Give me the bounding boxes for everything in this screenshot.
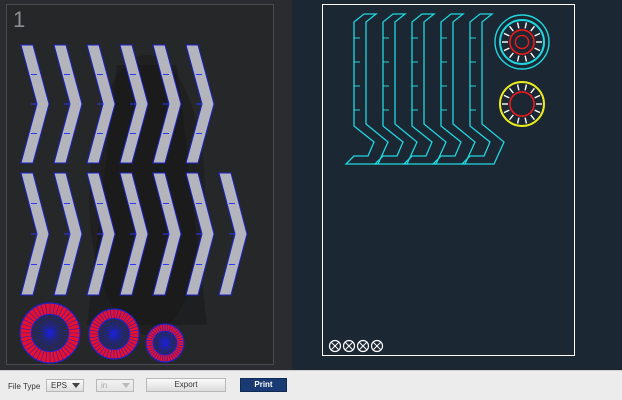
cad-chevron (460, 13, 505, 165)
gear-tooth (516, 22, 520, 29)
cad-chevron (373, 13, 418, 165)
gear-tooth (503, 94, 510, 99)
gear-tooth (508, 87, 514, 94)
gear-tooth (534, 32, 541, 37)
chevron-strip-bottom (53, 172, 83, 296)
export-button[interactable]: Export (146, 378, 226, 392)
gear-tooth (530, 114, 536, 121)
gear-tooth (503, 32, 510, 37)
file-type-value: EPS (51, 381, 68, 390)
gear-tooth (516, 117, 520, 124)
cad-chevron-outline (373, 13, 418, 165)
wheel-center (111, 331, 117, 337)
chevron-strip-bottom (218, 172, 248, 296)
gear-tooth (508, 25, 514, 32)
cad-gear-upper (494, 14, 550, 70)
gear-tooth (503, 47, 510, 52)
gear-core (514, 34, 530, 50)
cad-chevron (402, 13, 447, 165)
chevron-down-icon (72, 383, 80, 388)
gear-tooth (530, 25, 536, 32)
parts-preview-canvas (19, 44, 248, 364)
cad-gear-lower (499, 81, 545, 127)
cad-chevron (344, 13, 389, 165)
cad-chevron-outline (431, 13, 476, 165)
gear-tooth (503, 109, 510, 114)
preview-page: 1 (6, 4, 274, 365)
gear-tooth (524, 22, 528, 29)
cad-chevron-outline (344, 13, 389, 165)
file-type-select[interactable]: EPS (46, 379, 84, 392)
gear-tooth (524, 117, 528, 124)
units-select[interactable]: in (96, 379, 134, 392)
gear-tooth (534, 94, 541, 99)
gear-tooth (508, 52, 514, 59)
cad-chevron (431, 13, 476, 165)
bottom-toolbar: File Type EPS in Export Print (0, 370, 622, 400)
gear-tooth (530, 52, 536, 59)
units-value: in (101, 381, 108, 390)
cad-chevron-outline (402, 13, 447, 165)
wheel-large (19, 302, 81, 364)
wheel-medium (88, 308, 140, 360)
gear-tooth (508, 114, 514, 121)
wheel-small (145, 323, 185, 363)
print-button[interactable]: Print (240, 378, 287, 392)
chevron-strip-top (53, 44, 83, 164)
chevron-down-icon (122, 383, 130, 388)
gear-tooth (530, 87, 536, 94)
registration-marker-icon (328, 339, 342, 353)
cad-layout-pane (292, 0, 622, 370)
cad-layout-canvas (328, 13, 550, 353)
chevron-strip-top (20, 44, 50, 164)
file-type-label: File Type (8, 382, 41, 391)
registration-marker-icon (356, 339, 370, 353)
gear-tooth (524, 55, 528, 62)
registration-marker-icon (342, 339, 356, 353)
gear-tooth (534, 47, 541, 52)
cad-chevron-outline (460, 13, 505, 165)
gear-tooth (516, 55, 520, 62)
gear-inner-ring (509, 29, 535, 55)
chevron-strip-bottom (20, 172, 50, 296)
wheel-center (46, 329, 54, 337)
gear-tooth (524, 84, 528, 91)
preview-pane: 1 (0, 0, 292, 370)
gear-tooth (516, 84, 520, 91)
wheel-center (162, 340, 168, 346)
registration-marker-icon (370, 339, 384, 353)
gear-inner-ring (509, 91, 535, 117)
gear-tooth (534, 109, 541, 114)
